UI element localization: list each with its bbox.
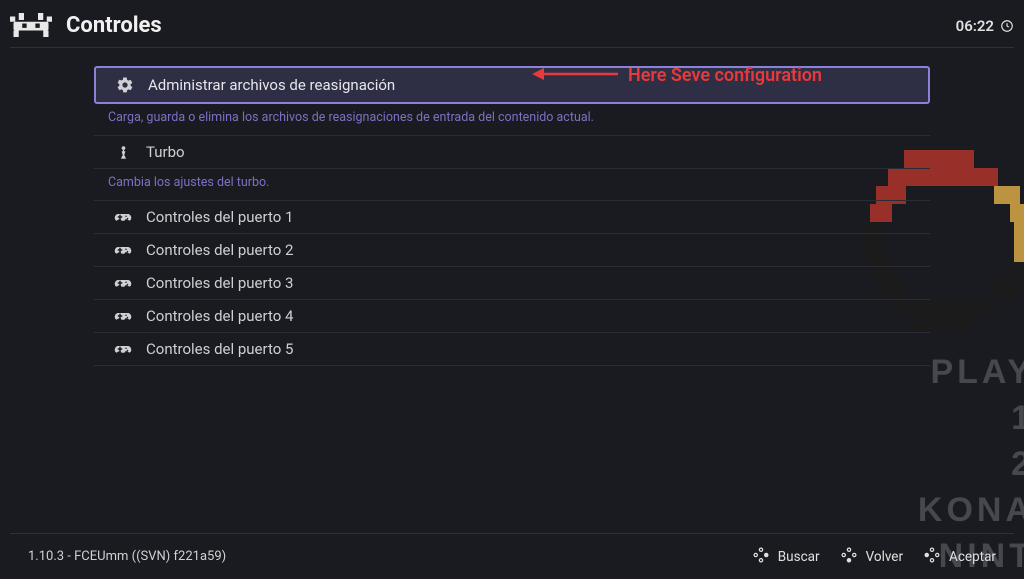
- gear-icon: [110, 76, 140, 94]
- menu-item-turbo[interactable]: Turbo: [94, 136, 930, 169]
- chess-piece-icon: [108, 145, 138, 160]
- menu-item-port-2[interactable]: Controles del puerto 2: [94, 234, 930, 267]
- footer-button-ok[interactable]: Aceptar: [923, 546, 996, 568]
- clock-icon: [1000, 19, 1014, 33]
- menu-item-port-5[interactable]: Controles del puerto 5: [94, 333, 930, 366]
- annotation-text: Here Seve configuration: [628, 65, 822, 86]
- screen: PLAY 1 2 KONA NINT Controles 06:22: [0, 0, 1024, 579]
- menu-item-port-4[interactable]: Controles del puerto 4: [94, 300, 930, 333]
- page-title: Controles: [66, 13, 162, 38]
- clock-time: 06:22: [956, 17, 994, 35]
- retroarch-logo-icon: [10, 13, 52, 39]
- annotation-here-save-configuration: Here Seve configuration: [532, 65, 822, 86]
- gamepad-icon: [108, 241, 138, 259]
- footer-buttons: Buscar Volver Aceptar: [752, 546, 996, 568]
- menu-item-turbo-hint: Cambia los ajustes del turbo.: [94, 169, 930, 201]
- menu-item-label: Controles del puerto 1: [146, 208, 293, 226]
- footer-button-label: Buscar: [778, 549, 820, 565]
- menu-item-label: Controles del puerto 4: [146, 307, 293, 325]
- menu-item-label: Controles del puerto 3: [146, 274, 293, 292]
- clock: 06:22: [956, 17, 1014, 35]
- menu-item-label: Controles del puerto 5: [146, 340, 293, 358]
- menu-item-port-3[interactable]: Controles del puerto 3: [94, 267, 930, 300]
- menu-item-label: Controles del puerto 2: [146, 241, 293, 259]
- footer-button-label: Volver: [866, 549, 903, 565]
- header: Controles 06:22: [10, 10, 1014, 48]
- footer: 1.10.3 - FCEUmm ((SVN) f221a59) Buscar V…: [10, 533, 1014, 579]
- gamepad-icon: [108, 208, 138, 226]
- footer-button-back[interactable]: Volver: [840, 546, 903, 568]
- footer-button-label: Aceptar: [949, 549, 996, 565]
- dpad-icon: [752, 546, 770, 568]
- dpad-icon: [923, 546, 941, 568]
- version-label: 1.10.3 - FCEUmm ((SVN) f221a59): [28, 549, 226, 564]
- menu-item-label: Administrar archivos de reasignación: [148, 76, 395, 94]
- gamepad-icon: [108, 307, 138, 325]
- menu-item-label: Turbo: [146, 143, 185, 161]
- arrow-left-icon: [532, 67, 618, 85]
- menu-content: Administrar archivos de reasignación Her…: [94, 66, 930, 366]
- dpad-icon: [840, 546, 858, 568]
- gamepad-icon: [108, 274, 138, 292]
- menu-item-manage-remap-files[interactable]: Administrar archivos de reasignación Her…: [94, 66, 930, 104]
- menu-item-manage-hint: Carga, guarda o elimina los archivos de …: [94, 104, 930, 136]
- menu-item-port-1[interactable]: Controles del puerto 1: [94, 201, 930, 234]
- footer-button-search[interactable]: Buscar: [752, 546, 820, 568]
- gamepad-icon: [108, 340, 138, 358]
